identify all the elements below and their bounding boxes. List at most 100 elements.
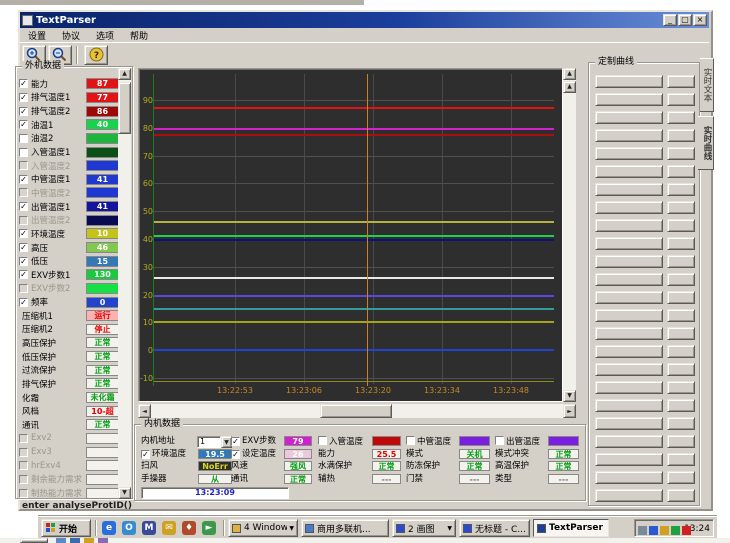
curve-color-button[interactable] <box>667 291 695 304</box>
dropdown-arrow-icon[interactable]: ▼ <box>445 525 452 532</box>
msn-icon[interactable]: M <box>142 521 156 535</box>
curve-slot-button[interactable] <box>595 147 663 160</box>
curve-color-button[interactable] <box>667 93 695 106</box>
menu-item-帮助[interactable]: 帮助 <box>122 28 156 43</box>
curve-color-button[interactable] <box>667 345 695 358</box>
taskbar-button-商用多联机...[interactable]: 商用多联机... <box>301 519 389 537</box>
checkbox-低压[interactable]: ✓ <box>19 257 28 266</box>
chart-hscroll-thumb[interactable] <box>320 404 392 418</box>
curve-color-button[interactable] <box>667 489 695 502</box>
curve-color-button[interactable] <box>667 111 695 124</box>
curve-slot-button[interactable] <box>595 111 663 124</box>
chart-scroll-up-arrow[interactable]: ▲ <box>563 68 576 80</box>
menu-item-选项[interactable]: 选项 <box>88 28 122 43</box>
checkbox-环境温度[interactable]: ✓ <box>19 229 28 238</box>
maximize-button[interactable]: ▢ <box>678 14 692 26</box>
chart-vscrollbar[interactable]: ▲ ▲ ▼ <box>563 68 576 402</box>
curve-color-button[interactable] <box>667 129 695 142</box>
curve-slot-button[interactable] <box>595 471 663 484</box>
menu-item-协议[interactable]: 协议 <box>54 28 88 43</box>
menu-item-设置[interactable]: 设置 <box>20 28 54 43</box>
help-button[interactable]: ? <box>84 45 108 65</box>
indoor-address-select[interactable]: 1 <box>197 436 221 448</box>
curve-slot-button[interactable] <box>595 129 663 142</box>
checkbox-设定温度[interactable]: ✓ <box>231 450 240 459</box>
browser-icon[interactable]: O <box>122 521 136 535</box>
checkbox-入管温度[interactable] <box>318 436 327 445</box>
curve-slot-button[interactable] <box>595 93 663 106</box>
antivirus-icon[interactable] <box>671 526 680 535</box>
curve-color-button[interactable] <box>667 255 695 268</box>
curve-slot-button[interactable] <box>595 291 663 304</box>
alert-icon[interactable] <box>682 526 691 535</box>
checkbox-能力[interactable]: ✓ <box>19 79 28 88</box>
chart-scroll-up2-arrow[interactable]: ▲ <box>563 81 576 93</box>
curve-slot-button[interactable] <box>595 345 663 358</box>
chart-hscrollbar[interactable]: ◄ ► <box>138 404 576 418</box>
ie-icon[interactable]: e <box>102 521 116 535</box>
checkbox-出管温度1[interactable]: ✓ <box>19 202 28 211</box>
curve-color-button[interactable] <box>667 165 695 178</box>
taskbar-button-TextParser[interactable]: TextParser <box>533 519 609 537</box>
sidebar-scrollbar[interactable]: ▲ ▼ <box>118 68 131 499</box>
plot-area[interactable]: 9080706050403020100-1013:22:5313:23:0613… <box>140 70 561 400</box>
checkbox-排气温度1[interactable]: ✓ <box>19 93 28 102</box>
curve-color-button[interactable] <box>667 147 695 160</box>
scroll-up-arrow[interactable]: ▲ <box>118 68 131 80</box>
close-button[interactable]: × <box>693 14 707 26</box>
curve-slot-button[interactable] <box>595 219 663 232</box>
curve-slot-button[interactable] <box>595 201 663 214</box>
checkbox-EXV步数[interactable]: ✓ <box>231 437 240 446</box>
curve-color-button[interactable] <box>667 201 695 214</box>
checkbox-入管温度2[interactable] <box>19 161 28 170</box>
curve-color-button[interactable] <box>667 183 695 196</box>
checkbox-Exv3[interactable] <box>19 448 28 457</box>
checkbox-出管温度[interactable] <box>495 436 504 445</box>
curve-color-button[interactable] <box>667 363 695 376</box>
time-cursor-line[interactable] <box>367 74 368 386</box>
curve-slot-button[interactable] <box>595 399 663 412</box>
checkbox-中管温度1[interactable]: ✓ <box>19 175 28 184</box>
curve-slot-button[interactable] <box>595 309 663 322</box>
curve-color-button[interactable] <box>667 381 695 394</box>
curve-color-button[interactable] <box>667 219 695 232</box>
curve-slot-button[interactable] <box>595 435 663 448</box>
taskbar-button-2 画图[interactable]: 2 画图▼ <box>392 519 456 537</box>
curve-slot-button[interactable] <box>595 255 663 268</box>
checkbox-入管温度1[interactable] <box>19 148 28 157</box>
checkbox-hrExv4[interactable] <box>19 461 28 470</box>
curve-slot-button[interactable] <box>595 417 663 430</box>
curve-color-button[interactable] <box>667 471 695 484</box>
chart-scroll-right-arrow[interactable]: ► <box>563 404 576 418</box>
curve-slot-button[interactable] <box>595 237 663 250</box>
checkbox-Exv2[interactable] <box>19 434 28 443</box>
curve-slot-button[interactable] <box>595 381 663 394</box>
checkbox-剩余能力需求[interactable] <box>19 475 28 484</box>
curve-color-button[interactable] <box>667 435 695 448</box>
taskbar-button-4 Windows ...[interactable]: 4 Windows ...▼ <box>228 519 298 537</box>
curve-slot-button[interactable] <box>595 453 663 466</box>
curve-slot-button[interactable] <box>595 489 663 502</box>
checkbox-环境温度[interactable]: ✓ <box>141 450 150 459</box>
curve-slot-button[interactable] <box>595 273 663 286</box>
title-bar[interactable]: TextParser _ ▢ × <box>20 12 709 28</box>
checkbox-出管温度2[interactable] <box>19 216 28 225</box>
checkbox-制热能力需求[interactable] <box>19 489 28 498</box>
chart-scroll-down-arrow[interactable]: ▼ <box>563 390 576 402</box>
scroll-down-arrow[interactable]: ▼ <box>118 487 131 499</box>
checkbox-油温2[interactable] <box>19 134 28 143</box>
tab-实时文本[interactable]: 实时文本 <box>700 58 714 112</box>
checkbox-排气温度2[interactable]: ✓ <box>19 107 28 116</box>
minimize-button[interactable]: _ <box>663 14 677 26</box>
volume-icon[interactable] <box>660 526 669 535</box>
curve-color-button[interactable] <box>667 453 695 466</box>
curve-slot-button[interactable] <box>595 327 663 340</box>
network-icon[interactable] <box>649 526 658 535</box>
media-icon[interactable]: ► <box>202 521 216 535</box>
curve-slot-button[interactable] <box>595 165 663 178</box>
curve-color-button[interactable] <box>667 327 695 340</box>
curve-color-button[interactable] <box>667 399 695 412</box>
chart-scroll-left-arrow[interactable]: ◄ <box>138 404 151 418</box>
checkbox-中管温度2[interactable] <box>19 188 28 197</box>
mail-icon[interactable]: ✉ <box>162 521 176 535</box>
